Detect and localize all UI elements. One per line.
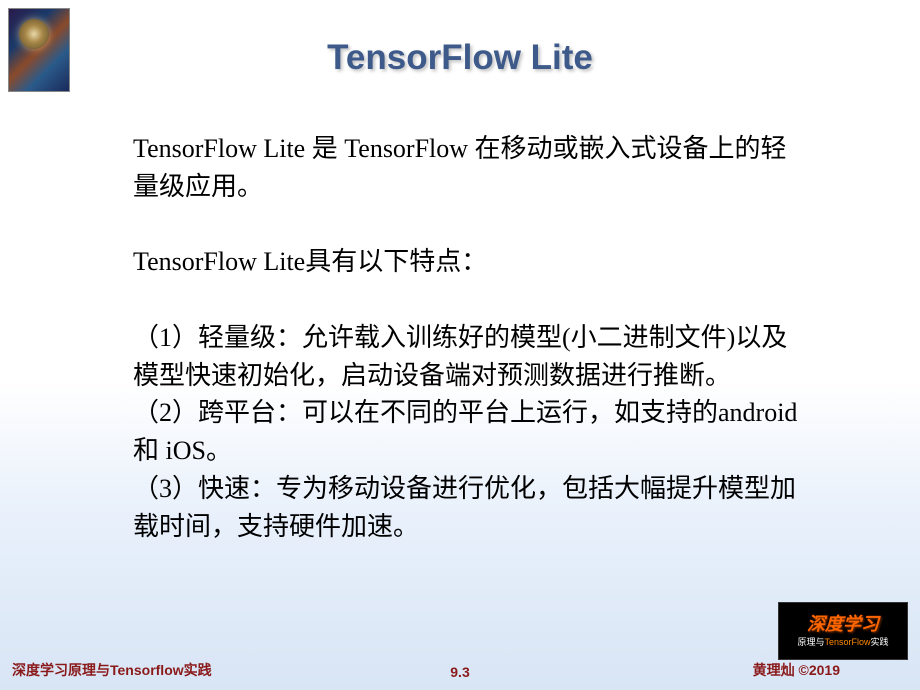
book-cover-thumbnail: 深度学习 原理与TensorFlow实践 [778, 602, 908, 660]
slide-content: TensorFlow Lite 是 TensorFlow 在移动或嵌入式设备上的… [133, 130, 798, 545]
feature-item-3: （3）快速：专为移动设备进行优化，包括大幅提升模型加载时间，支持硬件加速。 [133, 470, 798, 545]
feature-item-2: （2）跨平台：可以在不同的平台上运行，如支持的android和 iOS。 [133, 394, 798, 469]
slide-title: TensorFlow Lite [0, 38, 920, 78]
book-title-main: 深度学习 [807, 615, 879, 633]
feature-item-1: （1）轻量级：允许载入训练好的模型(小二进制文件)以及模型快速初始化，启动设备端… [133, 319, 798, 394]
features-heading: TensorFlow Lite具有以下特点： [133, 243, 798, 281]
book-title-sub: 原理与TensorFlow实践 [797, 635, 888, 648]
footer-copyright: 黄理灿 ©2019 [753, 660, 840, 680]
intro-paragraph: TensorFlow Lite 是 TensorFlow 在移动或嵌入式设备上的… [133, 130, 798, 205]
